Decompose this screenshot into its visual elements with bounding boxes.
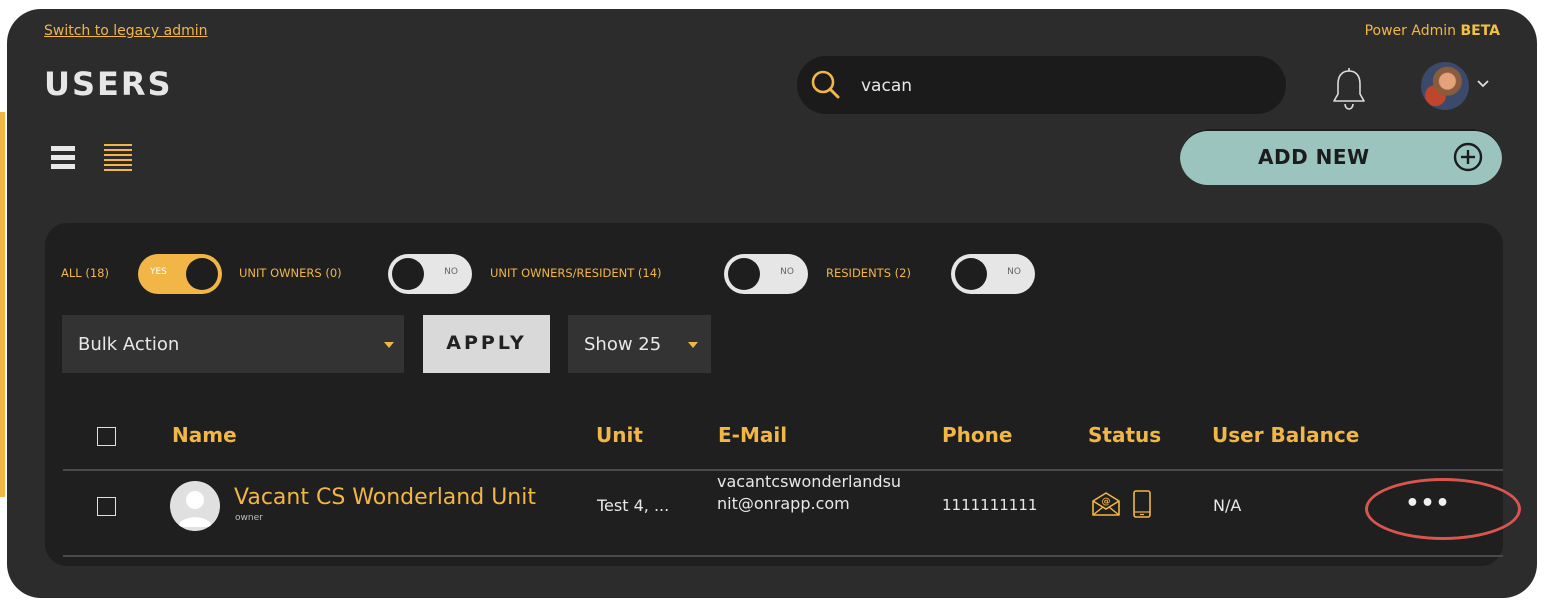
avatar[interactable]: [1421, 62, 1469, 110]
user-role: owner: [235, 513, 263, 523]
beta-badge: BETA: [1460, 23, 1500, 39]
add-new-button[interactable]: ADD NEW: [1180, 129, 1502, 185]
default-avatar-icon: [178, 491, 212, 527]
add-new-label: ADD NEW: [1258, 145, 1370, 169]
toggle-unit-owners[interactable]: NO: [388, 254, 472, 294]
toggle-all[interactable]: YES: [138, 254, 222, 294]
app-window: Switch to legacy admin Power Admin BETA …: [7, 9, 1537, 598]
column-header-name[interactable]: Name: [172, 423, 237, 447]
toggle-unit-owners-state: NO: [444, 267, 458, 277]
page-title: USERS: [44, 65, 173, 103]
caret-down-icon: [688, 342, 698, 348]
plus-circle-icon: [1453, 142, 1483, 172]
toggle-unit-owners-resident-state: NO: [780, 267, 794, 277]
row-divider: [63, 555, 1503, 557]
toggle-knob: [186, 258, 218, 290]
phone-cell: 1111111111: [942, 496, 1038, 514]
power-admin-label: Power Admin BETA: [1365, 23, 1500, 39]
toggle-residents[interactable]: NO: [951, 254, 1035, 294]
user-balance-cell: N/A: [1213, 496, 1242, 515]
apply-button[interactable]: APPLY: [423, 315, 550, 373]
more-options-icon: •••: [1405, 491, 1451, 516]
filter-toggles: ALL (18) YES UNIT OWNERS (0) NO UNIT OWN…: [61, 253, 1061, 295]
caret-down-icon: [384, 342, 394, 348]
power-admin-text: Power Admin: [1364, 23, 1456, 39]
bulk-action-label: Bulk Action: [78, 334, 180, 355]
email-cell: vacantcswonderlandsunit@onrapp.com: [717, 472, 902, 513]
users-panel: ALL (18) YES UNIT OWNERS (0) NO UNIT OWN…: [45, 223, 1503, 566]
toggle-knob: [955, 258, 987, 290]
column-header-phone[interactable]: Phone: [942, 423, 1012, 447]
show-count-select[interactable]: Show 25: [568, 315, 711, 373]
search-input[interactable]: [859, 70, 1263, 102]
chevron-down-icon[interactable]: [1476, 77, 1490, 91]
toggle-knob: [728, 258, 760, 290]
profile-menu[interactable]: [1421, 62, 1501, 114]
notification-bell-icon[interactable]: [1331, 67, 1367, 111]
more-options-button[interactable]: •••: [1405, 489, 1451, 519]
column-header-email[interactable]: E-Mail: [718, 423, 787, 447]
compact-view-icon[interactable]: [104, 141, 132, 173]
apply-label: APPLY: [446, 332, 527, 354]
filter-label-residents: RESIDENTS (2): [826, 266, 911, 280]
table-header: Name Unit E-Mail Phone Status User Balan…: [45, 413, 1503, 461]
user-name-link[interactable]: Vacant CS Wonderland Unit: [234, 485, 536, 510]
show-count-label: Show 25: [584, 334, 662, 355]
toggle-all-state: YES: [150, 267, 167, 277]
column-header-status[interactable]: Status: [1088, 423, 1161, 447]
phone-status-icon: [1133, 490, 1151, 518]
select-all-checkbox[interactable]: [97, 427, 116, 446]
toggle-unit-owners-resident[interactable]: NO: [724, 254, 808, 294]
unit-cell: Test 4, ...: [597, 496, 670, 515]
switch-legacy-admin-link[interactable]: Switch to legacy admin: [44, 23, 208, 39]
left-accent-bar: [0, 112, 5, 497]
toggle-residents-state: NO: [1007, 267, 1021, 277]
search-bar[interactable]: [797, 56, 1286, 114]
column-header-user-balance[interactable]: User Balance: [1212, 423, 1359, 447]
email-status-icon: @: [1092, 492, 1120, 516]
bulk-action-select[interactable]: Bulk Action: [62, 315, 404, 373]
filter-label-unit-owners-resident: UNIT OWNERS/RESIDENT (14): [490, 266, 662, 280]
row-checkbox[interactable]: [97, 497, 116, 516]
filter-label-unit-owners: UNIT OWNERS (0): [239, 266, 342, 280]
user-avatar: [170, 481, 220, 531]
toggle-knob: [392, 258, 424, 290]
search-icon[interactable]: [809, 69, 841, 101]
filter-label-all: ALL (18): [61, 266, 109, 280]
column-header-unit[interactable]: Unit: [596, 423, 643, 447]
table-row[interactable]: Vacant CS Wonderland Unit owner Test 4, …: [45, 461, 1503, 555]
list-view-icon[interactable]: [51, 141, 75, 173]
svg-text:@: @: [1102, 497, 1111, 507]
